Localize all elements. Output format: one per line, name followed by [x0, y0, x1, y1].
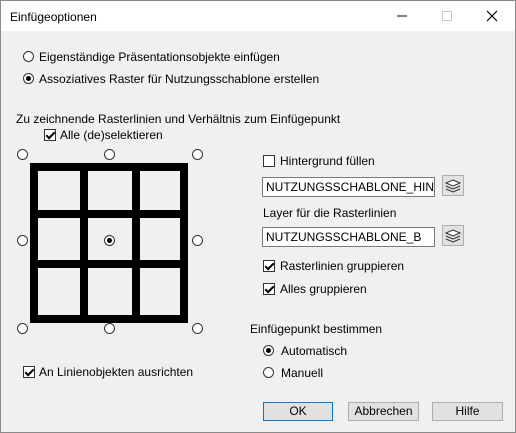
group-lines-label[interactable]: Rasterlinien gruppieren: [280, 259, 404, 273]
grid-line-h2[interactable]: [30, 260, 187, 268]
grid-line-bottom[interactable]: [30, 315, 187, 323]
fill-background-checkbox[interactable]: [263, 155, 275, 167]
align-to-lines-checkbox[interactable]: [23, 366, 35, 378]
grid-line-h1[interactable]: [30, 210, 187, 218]
radio-automatic-label[interactable]: Automatisch: [281, 344, 347, 358]
anchor-bottom-center[interactable]: [104, 323, 115, 334]
radio-standalone-objects[interactable]: [23, 51, 34, 62]
background-layer-button[interactable]: [442, 175, 464, 196]
anchor-center[interactable]: [104, 235, 115, 246]
minimize-icon[interactable]: [379, 1, 424, 31]
background-layer-field[interactable]: NUTZUNGSSCHABLONE_HINTE: [262, 177, 435, 197]
radio-manual[interactable]: [263, 367, 274, 378]
cancel-button[interactable]: Abbrechen: [348, 402, 419, 421]
anchor-bottom-left[interactable]: [17, 323, 28, 334]
layers-icon: [445, 178, 461, 193]
grid-layer-button[interactable]: [442, 225, 464, 246]
grid-line-right[interactable]: [180, 163, 188, 323]
grid-line-v1[interactable]: [80, 163, 88, 323]
dialog-window: Einfügeoptionen Eigenständige Präsentati…: [0, 0, 516, 433]
fill-background-label[interactable]: Hintergrund füllen: [280, 154, 375, 168]
radio-standalone-label[interactable]: Eigenständige Präsentationsobjekte einfü…: [39, 50, 280, 64]
select-all-checkbox[interactable]: [44, 129, 56, 141]
anchor-middle-right[interactable]: [192, 235, 203, 246]
grid-layer-label: Layer für die Rasterlinien: [263, 206, 397, 220]
help-button[interactable]: Hilfe: [432, 402, 503, 421]
grid-layer-field[interactable]: NUTZUNGSSCHABLONE_B: [262, 227, 435, 247]
grid-line-top[interactable]: [30, 163, 187, 171]
radio-associative-grid[interactable]: [23, 73, 34, 84]
anchor-top-left[interactable]: [17, 149, 28, 160]
group-all-label[interactable]: Alles gruppieren: [280, 282, 367, 296]
align-to-lines-label[interactable]: An Linienobjekten ausrichten: [39, 365, 193, 379]
window-title: Einfügeoptionen: [10, 10, 97, 24]
title-bar: Einfügeoptionen: [1, 1, 515, 31]
maximize-icon: [424, 1, 469, 31]
grid-section-heading: Zu zeichnende Rasterlinien und Verhältni…: [16, 112, 341, 126]
group-lines-checkbox[interactable]: [263, 260, 275, 272]
layers-icon: [445, 228, 461, 243]
radio-manual-label[interactable]: Manuell: [281, 366, 323, 380]
select-all-label[interactable]: Alle (de)selektieren: [60, 128, 163, 142]
grid-line-left[interactable]: [30, 163, 38, 323]
anchor-middle-left[interactable]: [17, 235, 28, 246]
group-all-checkbox[interactable]: [263, 283, 275, 295]
anchor-bottom-right[interactable]: [192, 323, 203, 334]
anchor-top-center[interactable]: [104, 149, 115, 160]
grid-line-v2[interactable]: [132, 163, 140, 323]
insertion-heading: Einfügepunkt bestimmen: [250, 322, 383, 336]
ok-button[interactable]: OK: [263, 402, 333, 421]
radio-automatic[interactable]: [263, 345, 274, 356]
close-icon[interactable]: [469, 1, 514, 31]
radio-associative-label[interactable]: Assoziatives Raster für Nutzungsschablon…: [39, 72, 319, 86]
anchor-top-right[interactable]: [192, 149, 203, 160]
